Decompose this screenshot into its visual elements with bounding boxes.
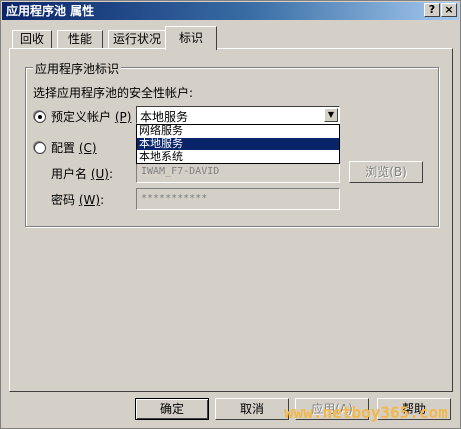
ok-button[interactable]: 确定 (135, 398, 209, 420)
tab-recycling[interactable]: 回收 (12, 30, 52, 49)
configurable-accel: (C) (78, 141, 97, 155)
account-select[interactable]: 本地服务 ▼ (136, 106, 340, 124)
account-dropdown-list: 网络服务 本地服务 本地系统 (136, 124, 340, 164)
predefined-radio[interactable] (34, 111, 46, 123)
close-button[interactable]: × (441, 3, 457, 17)
watermark: www.netboy365.com (284, 403, 448, 422)
properties-dialog: 应用程序池 属性 ? × 回收 性能 运行状况 标识 应用程序池标识 选择应用程… (0, 0, 461, 429)
username-colon: : (109, 167, 114, 181)
tab-health[interactable]: 运行状况 (108, 30, 166, 49)
predefined-accel: (P) (114, 110, 132, 124)
tab-performance[interactable]: 性能 (57, 30, 103, 49)
window-title: 应用程序池 属性 (6, 4, 95, 18)
configurable-radio[interactable] (34, 142, 46, 154)
predefined-label[interactable]: 预定义帐户 (P) (51, 108, 131, 125)
password-colon: : (100, 193, 105, 207)
dropdown-option[interactable]: 本地服务 (137, 138, 339, 150)
password-label: 密码 (W): (51, 191, 104, 208)
dropdown-option[interactable]: 本地系统 (137, 151, 339, 163)
username-label: 用户名 (U): (51, 165, 113, 182)
username-accel: (U) (90, 167, 109, 181)
tab-identity[interactable]: 标识 (165, 26, 217, 50)
password-label-text: 密码 (51, 193, 76, 207)
password-field[interactable]: *********** (136, 188, 340, 210)
chevron-down-icon[interactable]: ▼ (324, 108, 338, 122)
password-accel: (W) (78, 193, 101, 207)
cancel-button[interactable]: 取消 (215, 398, 289, 420)
account-select-value: 本地服务 (140, 110, 189, 124)
help-title-button[interactable]: ? (424, 3, 440, 17)
group-title: 应用程序池标识 (33, 60, 122, 77)
configurable-label-text: 配置 (51, 141, 76, 155)
dropdown-option[interactable]: 网络服务 (137, 125, 339, 137)
configurable-label[interactable]: 配置 (C) (51, 139, 97, 156)
title-bar[interactable]: 应用程序池 属性 (2, 2, 459, 20)
radio-selected-dot (38, 115, 42, 119)
username-field[interactable]: IWAM_F7-DAVID (136, 161, 340, 183)
account-prompt: 选择应用程序池的安全性帐户: (33, 86, 194, 100)
username-label-text: 用户名 (51, 167, 88, 181)
browse-button[interactable]: 浏览(B) (349, 161, 423, 183)
predefined-label-text: 预定义帐户 (51, 110, 112, 124)
